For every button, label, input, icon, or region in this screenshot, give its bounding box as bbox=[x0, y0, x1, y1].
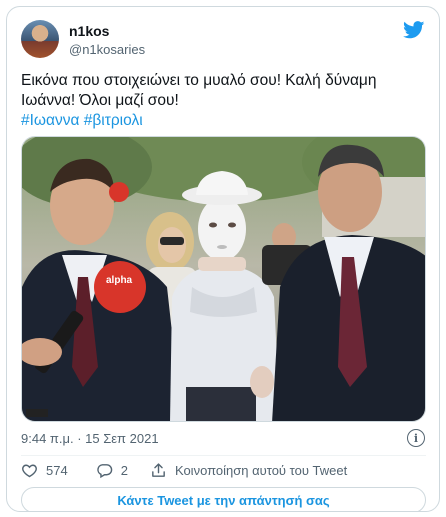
hashtags-line: #Ιωαννα #βιτριολι bbox=[21, 111, 426, 131]
hashtag-vitrioli[interactable]: #βιτριολι bbox=[84, 112, 143, 129]
tweet-actions: 574 2 Κοινοποίηση αυτού του Tweet bbox=[21, 459, 347, 481]
reply-count: 2 bbox=[120, 462, 128, 478]
tweet-text-line-1: Εικόνα που στοιχειώνει το μυαλό σου! Καλ… bbox=[21, 72, 377, 89]
share-label: Κοινοποίηση αυτού του Tweet bbox=[174, 462, 348, 478]
tweet-text: Εικόνα που στοιχειώνει το μυαλό σου! Καλ… bbox=[21, 71, 426, 131]
twitter-bird-icon[interactable] bbox=[403, 21, 425, 39]
tweet-photo[interactable]: alpha bbox=[21, 136, 426, 422]
author-handle[interactable]: @n1kosaries bbox=[69, 42, 145, 57]
share-icon bbox=[152, 462, 165, 477]
mic-brand-label: alpha bbox=[106, 275, 133, 286]
reply-button[interactable]: 2 bbox=[96, 462, 128, 479]
comment-icon bbox=[96, 463, 112, 478]
like-count: 574 bbox=[46, 462, 68, 478]
hashtag-ioanna[interactable]: #Ιωαννα bbox=[21, 112, 79, 129]
divider bbox=[21, 455, 426, 456]
share-button[interactable]: Κοινοποίηση αυτού του Tweet bbox=[150, 462, 347, 479]
info-icon[interactable]: i bbox=[407, 429, 425, 447]
author-name[interactable]: n1kos bbox=[69, 23, 109, 39]
tweet-text-line-2: Ιωάννα! Όλοι μαζί σου! bbox=[21, 92, 179, 109]
heart-icon bbox=[22, 464, 37, 477]
tweet-card[interactable]: n1kos @n1kosaries Εικόνα που στοιχειώνει… bbox=[6, 6, 440, 512]
photo-scene: alpha bbox=[22, 137, 425, 421]
author-avatar[interactable] bbox=[21, 20, 59, 58]
tweet-your-reply-button[interactable]: Κάντε Tweet με την απάντησή σας bbox=[21, 487, 426, 511]
tweet-timestamp[interactable]: 9:44 π.μ. · 15 Σεπ 2021 bbox=[21, 431, 159, 446]
like-button[interactable]: 574 bbox=[21, 462, 68, 479]
